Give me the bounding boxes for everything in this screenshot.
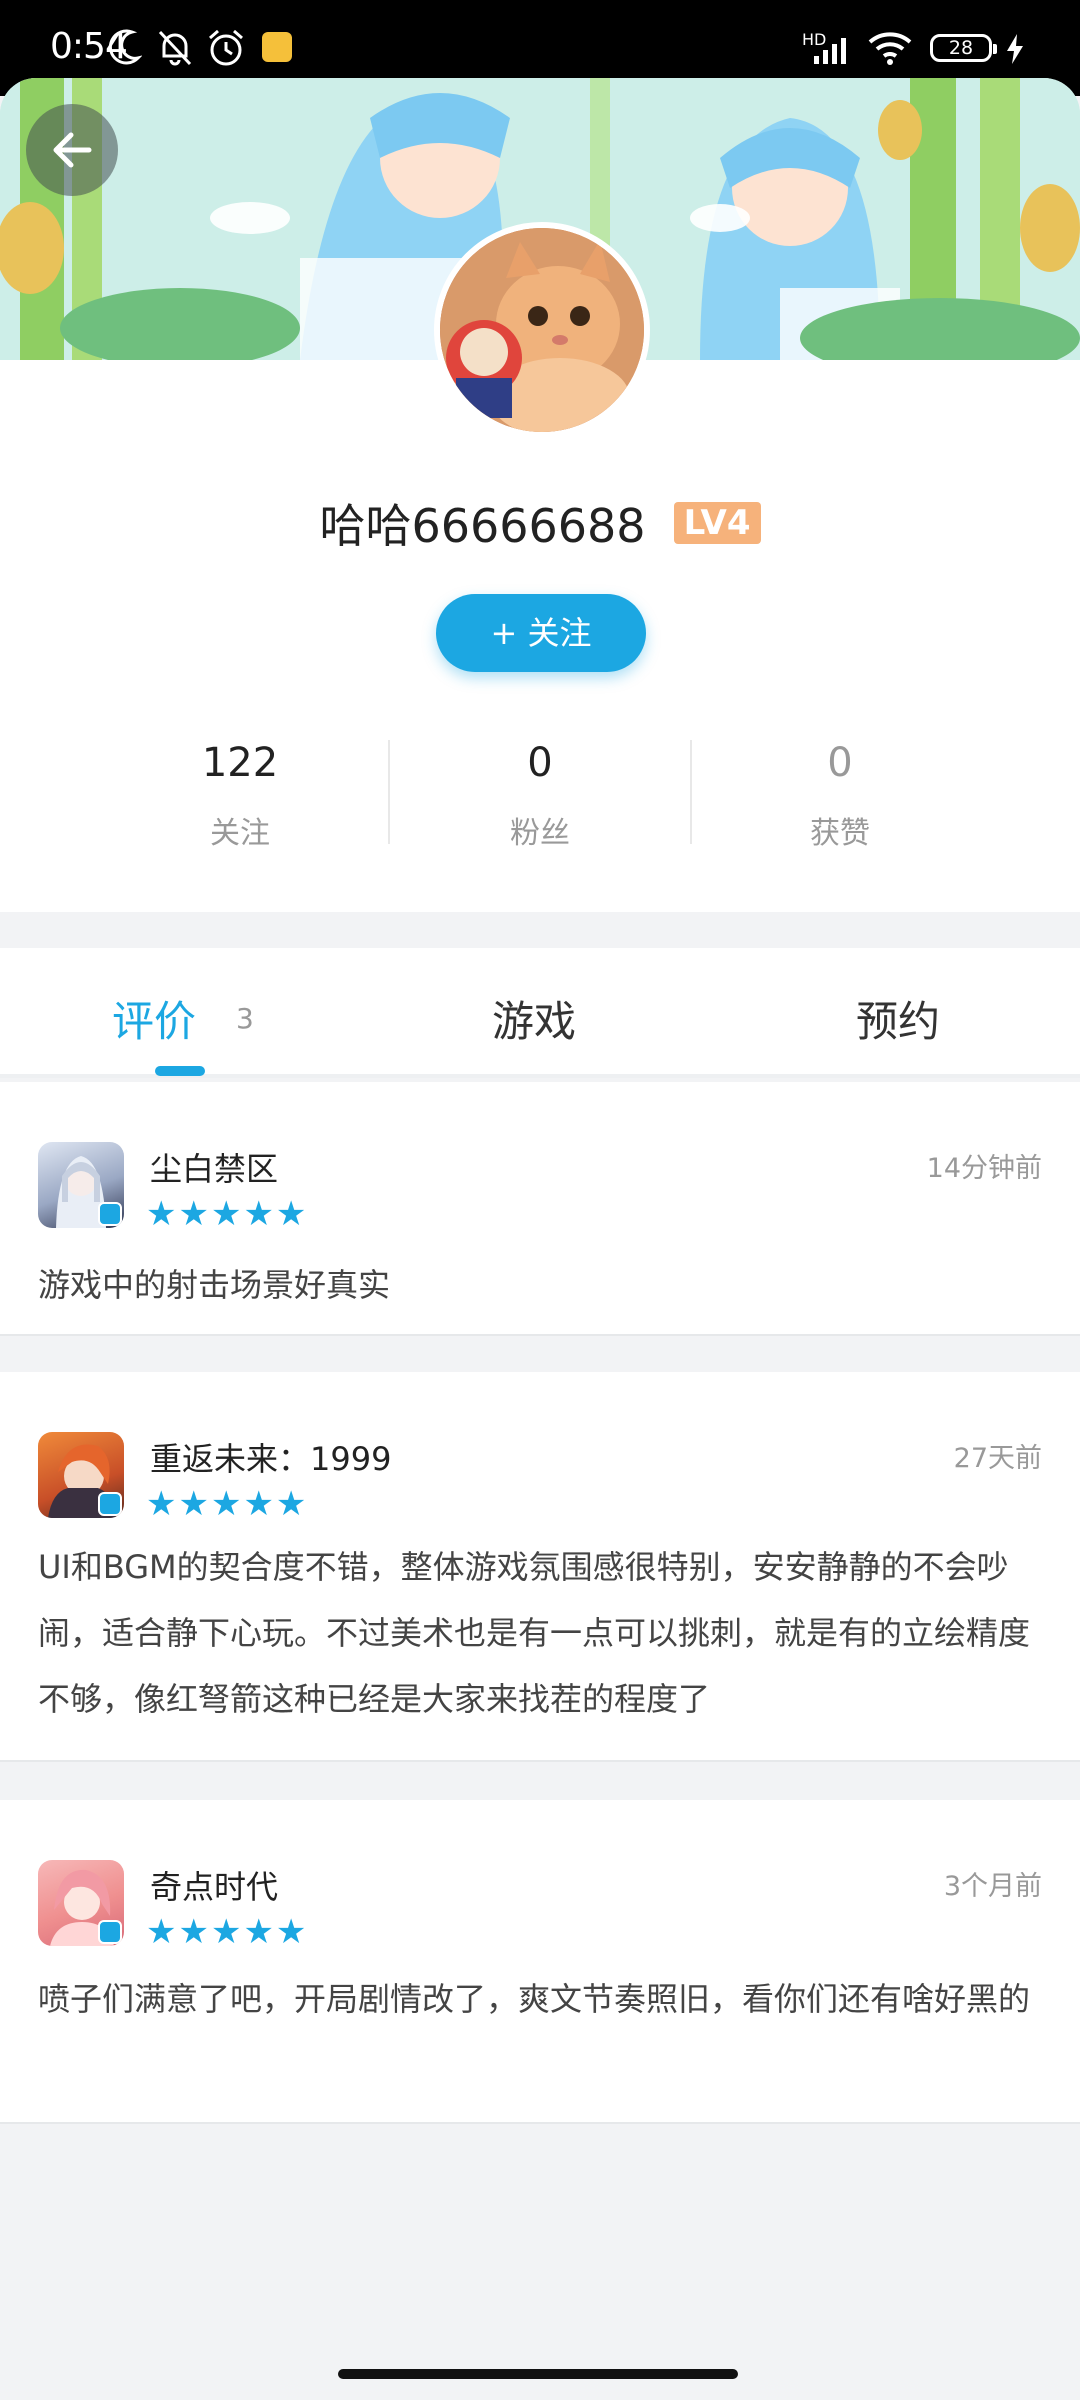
tab-reviews[interactable]: 评价	[112, 988, 196, 1049]
game-icon[interactable]	[38, 1860, 124, 1946]
review-card[interactable]: 尘白禁区 ★★★★★ 14分钟前 游戏中的射击场景好真实	[0, 1082, 1080, 1336]
game-name[interactable]: 重返未来：1999	[150, 1434, 391, 1480]
tab-reservations[interactable]: 预约	[856, 988, 940, 1049]
game-icon[interactable]	[38, 1142, 124, 1228]
stat-label: 获赞	[810, 816, 870, 851]
follow-button[interactable]: + 关注	[436, 594, 646, 672]
rating-stars: ★★★★★	[146, 1912, 309, 1952]
review-time: 14分钟前	[926, 1153, 1042, 1184]
review-time: 3个月前	[943, 1871, 1042, 1902]
bilibili-badge-icon	[98, 1492, 122, 1516]
username: 哈哈66666688	[319, 499, 646, 553]
mute-bell-icon	[158, 30, 192, 66]
avatar[interactable]	[434, 222, 650, 438]
stat-value: 0	[527, 740, 553, 786]
review-card[interactable]: 奇点时代 ★★★★★ 3个月前 喷子们满意了吧，开局剧情改了，爽文节奏照旧，看你…	[0, 1800, 1080, 2124]
review-text: 游戏中的射击场景好真实	[38, 1266, 391, 1304]
tab-games[interactable]: 游戏	[492, 988, 576, 1049]
level-badge: LV4	[673, 502, 761, 544]
charging-icon	[1007, 34, 1023, 64]
rating-stars: ★★★★★	[146, 1484, 309, 1524]
stat-value: 122	[201, 740, 279, 786]
stat-label: 粉丝	[510, 816, 570, 851]
bilibili-badge-icon	[98, 1202, 122, 1226]
bilibili-badge-icon	[98, 1920, 122, 1944]
review-time: 27天前	[953, 1443, 1042, 1474]
tab-active-indicator	[155, 1066, 205, 1076]
game-name[interactable]: 奇点时代	[150, 1862, 278, 1908]
home-indicator[interactable]	[338, 2369, 738, 2379]
app-notification-icon	[262, 32, 292, 62]
review-text: UI和BGM的契合度不错，整体游戏氛围感很特别，安安静静的不会吵闹，适合静下心玩…	[38, 1548, 1031, 1718]
stat-likes: 0 获赞	[690, 740, 990, 852]
review-card[interactable]: 重返未来：1999 ★★★★★ 27天前 UI和BGM的契合度不错，整体游戏氛围…	[0, 1372, 1080, 1762]
signal-icon	[814, 38, 846, 64]
game-icon[interactable]	[38, 1432, 124, 1518]
wifi-icon	[868, 32, 912, 65]
profile-card: 哈哈66666688 LV4 + 关注 122 关注 0 粉丝 0 获赞	[0, 360, 1080, 912]
stat-following[interactable]: 122 关注	[90, 740, 390, 852]
back-button[interactable]	[26, 104, 118, 196]
stat-label: 关注	[210, 816, 270, 851]
stat-followers[interactable]: 0 粉丝	[390, 740, 690, 852]
stat-value: 0	[827, 740, 853, 786]
arrow-left-icon	[53, 132, 92, 168]
username-row: 哈哈66666688 LV4	[0, 490, 1080, 556]
tab-reviews-count: 3	[236, 1002, 254, 1035]
review-text: 喷子们满意了吧，开局剧情改了，爽文节奏照旧，看你们还有啥好黑的	[38, 1980, 1031, 2018]
stat-divider	[388, 740, 390, 844]
battery-indicator: 28	[930, 34, 997, 62]
rating-stars: ★★★★★	[146, 1194, 309, 1234]
stats-row: 122 关注 0 粉丝 0 获赞	[0, 740, 1080, 870]
stat-divider	[690, 740, 692, 844]
game-name[interactable]: 尘白禁区	[150, 1144, 278, 1190]
alarm-icon	[209, 29, 243, 66]
avatar-image	[440, 228, 644, 432]
content-tabs: 评价 3 游戏 预约	[0, 948, 1080, 1078]
moon-icon	[108, 29, 142, 65]
